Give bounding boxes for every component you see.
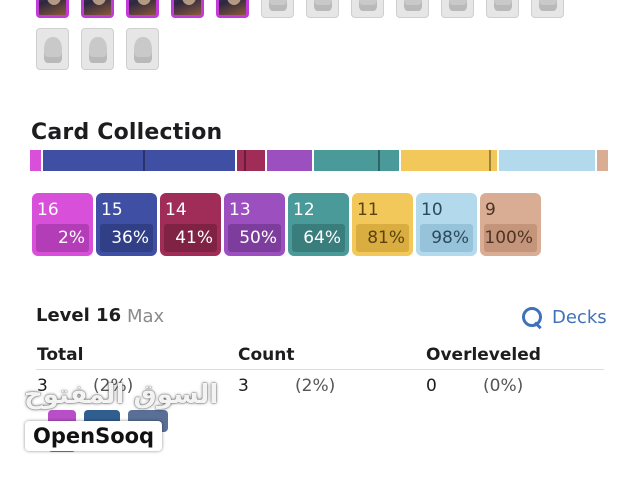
locked-card-icon[interactable] — [441, 0, 474, 18]
locked-card-icon[interactable] — [351, 0, 384, 18]
card-portrait-icon[interactable] — [36, 0, 69, 18]
table-divider — [36, 369, 604, 370]
level-tile-15[interactable]: 15 36% — [96, 193, 157, 256]
level-tile-percent: 36% — [100, 224, 153, 252]
locked-card-icon[interactable] — [261, 0, 294, 18]
decks-link[interactable]: Decks — [521, 306, 607, 328]
level-tile-16[interactable]: 16 2% — [32, 193, 93, 256]
card-thumbnail-row-2 — [36, 28, 159, 70]
column-header-count: Count — [238, 345, 295, 365]
level-tile-percent: 50% — [228, 224, 281, 252]
level-tile-level: 12 — [293, 200, 315, 220]
level-tile-12[interactable]: 12 64% — [288, 193, 349, 256]
collection-bar-segment-level-15 — [43, 150, 235, 171]
collection-bar-tick — [142, 150, 145, 171]
level-tile-14[interactable]: 14 41% — [160, 193, 221, 256]
level-tile-9[interactable]: 9 100% — [480, 193, 541, 256]
level-tile-10[interactable]: 10 98% — [416, 193, 477, 256]
level-tile-percent: 100% — [484, 224, 537, 252]
locked-card-icon[interactable] — [36, 28, 69, 70]
level-subtitle: Max — [127, 306, 165, 327]
level-tile-11[interactable]: 11 81% — [352, 193, 413, 256]
collection-bar-segment-level-11 — [401, 150, 497, 171]
collection-bar-segment-level-16 — [30, 150, 41, 171]
collection-bar-segment-level-9 — [597, 150, 608, 171]
collection-bar-segment-level-14 — [237, 150, 265, 171]
level-tile-level: 11 — [357, 200, 379, 220]
level-tile-percent: 2% — [36, 224, 89, 252]
count-value: 3 — [238, 376, 249, 396]
overleveled-percent: (0%) — [483, 376, 524, 396]
collection-bar-tick — [244, 150, 247, 171]
card-portrait-icon[interactable] — [216, 0, 249, 18]
level-tile-level: 13 — [229, 200, 251, 220]
collection-bar-segment-level-13 — [267, 150, 312, 171]
level-tile-percent: 64% — [292, 224, 345, 252]
card-portrait-icon[interactable] — [171, 0, 204, 18]
level-tiles: 16 2% 15 36% 14 41% 13 50% 12 64% 11 81% 10 98% 9 100% — [32, 193, 541, 256]
locked-card-icon[interactable] — [126, 28, 159, 70]
level-tile-level: 16 — [37, 200, 59, 220]
card-portrait-icon[interactable] — [126, 0, 159, 18]
overleveled-value: 0 — [426, 376, 437, 396]
level-tile-13[interactable]: 13 50% — [224, 193, 285, 256]
level-tile-percent: 81% — [356, 224, 409, 252]
locked-card-icon[interactable] — [531, 0, 564, 18]
locked-card-icon[interactable] — [81, 28, 114, 70]
level-tile-level: 10 — [421, 200, 443, 220]
locked-card-icon[interactable] — [396, 0, 429, 18]
collection-progress-bar — [30, 150, 610, 171]
decks-label: Decks — [552, 306, 607, 328]
column-header-overleveled: Overleveled — [426, 345, 541, 365]
collection-bar-tick — [377, 150, 380, 171]
count-percent: (2%) — [295, 376, 336, 396]
card-portrait-icon[interactable] — [81, 0, 114, 18]
card-thumbnail-row-1 — [36, 0, 564, 18]
column-header-total: Total — [37, 345, 84, 365]
level-tile-percent: 98% — [420, 224, 473, 252]
watermark-logo: OpenSooq — [25, 421, 163, 451]
section-title-card-collection: Card Collection — [31, 120, 223, 145]
collection-bar-tick — [489, 150, 492, 171]
level-tile-percent: 41% — [164, 224, 217, 252]
level-tile-level: 15 — [101, 200, 123, 220]
watermark-arabic: السوق المفتوح — [24, 380, 219, 410]
search-icon — [521, 306, 543, 328]
collection-bar-segment-level-12 — [314, 150, 399, 171]
locked-card-icon[interactable] — [306, 0, 339, 18]
level-tile-level: 14 — [165, 200, 187, 220]
level-title: Level 16 — [36, 305, 122, 326]
locked-card-icon[interactable] — [486, 0, 519, 18]
collection-bar-segment-level-10 — [499, 150, 595, 171]
level-tile-level: 9 — [485, 200, 496, 220]
